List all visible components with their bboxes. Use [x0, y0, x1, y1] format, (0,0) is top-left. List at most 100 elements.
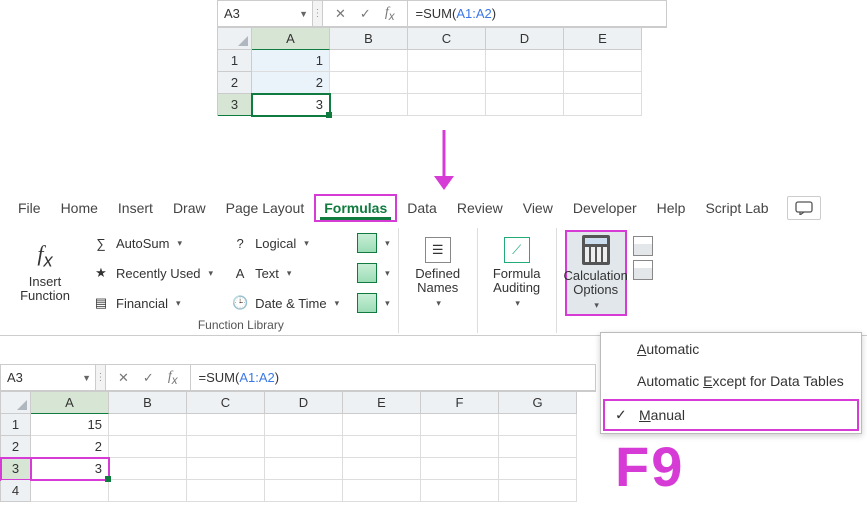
logical-button[interactable]: ?Logical▾ — [231, 230, 339, 256]
cell[interactable] — [564, 72, 642, 94]
cell-A3-active[interactable]: 3 — [252, 94, 330, 116]
cell[interactable] — [499, 480, 577, 502]
cell-A3-active[interactable]: 3 — [31, 458, 109, 480]
chevron-down-icon[interactable]: ▾ — [176, 298, 181, 309]
cancel-icon[interactable]: ✕ — [118, 370, 129, 386]
col-header-G[interactable]: G — [499, 392, 577, 414]
select-all-corner[interactable] — [218, 28, 252, 50]
cell[interactable] — [330, 72, 408, 94]
row-header[interactable]: 4 — [1, 480, 31, 502]
tab-review[interactable]: Review — [447, 194, 513, 222]
chevron-down-icon[interactable]: ▾ — [287, 268, 292, 279]
cell-A4[interactable] — [31, 480, 109, 502]
col-header-C[interactable]: C — [408, 28, 486, 50]
tab-view[interactable]: View — [513, 194, 563, 222]
tab-page-layout[interactable]: Page Layout — [216, 194, 315, 222]
chevron-down-icon[interactable]: ▾ — [436, 299, 441, 309]
cell[interactable] — [421, 458, 499, 480]
formula-input[interactable]: =SUM(A1:A2) — [191, 364, 596, 391]
accept-icon[interactable]: ✓ — [143, 370, 154, 386]
autosum-button[interactable]: ∑AutoSum▾ — [92, 230, 213, 256]
col-header-A[interactable]: A — [252, 28, 330, 50]
col-header-D[interactable]: D — [486, 28, 564, 50]
cell-A2[interactable]: 2 — [31, 436, 109, 458]
cell[interactable] — [187, 436, 265, 458]
cell[interactable] — [330, 50, 408, 72]
cell[interactable] — [499, 436, 577, 458]
cell[interactable] — [109, 414, 187, 436]
date-time-button[interactable]: 🕒Date & Time▾ — [231, 290, 339, 316]
fx-icon[interactable]: fx — [168, 369, 178, 387]
math-trig-button[interactable]: ▾ — [357, 260, 390, 286]
col-header-E[interactable]: E — [343, 392, 421, 414]
cell[interactable] — [343, 436, 421, 458]
name-box[interactable]: A3 ▼ — [0, 364, 96, 391]
chevron-down-icon[interactable]: ▾ — [385, 268, 390, 279]
col-header-B[interactable]: B — [109, 392, 187, 414]
col-header-B[interactable]: B — [330, 28, 408, 50]
tab-file[interactable]: File — [8, 194, 51, 222]
cell[interactable] — [408, 50, 486, 72]
tab-insert[interactable]: Insert — [108, 194, 163, 222]
cell[interactable] — [109, 480, 187, 502]
calculate-now-button[interactable] — [633, 236, 653, 256]
cell[interactable] — [187, 480, 265, 502]
cell[interactable] — [109, 458, 187, 480]
tab-draw[interactable]: Draw — [163, 194, 216, 222]
menu-item-automatic[interactable]: Automatic — [601, 333, 861, 365]
accept-icon[interactable]: ✓ — [360, 6, 371, 22]
tab-formulas[interactable]: Formulas — [314, 194, 397, 222]
cell[interactable] — [265, 458, 343, 480]
top-grid[interactable]: A B C D E 1 1 2 2 3 3 — [217, 28, 667, 116]
defined-names-button[interactable]: ☰ Defined Names ▾ — [407, 230, 469, 316]
cell[interactable] — [343, 458, 421, 480]
tab-developer[interactable]: Developer — [563, 194, 647, 222]
comments-button[interactable] — [787, 196, 821, 220]
cell-A1[interactable]: 1 — [252, 50, 330, 72]
cell[interactable] — [486, 94, 564, 116]
tab-help[interactable]: Help — [647, 194, 696, 222]
row-header[interactable]: 3 — [1, 458, 31, 480]
formula-auditing-button[interactable]: ⟋ Formula Auditing ▾ — [486, 230, 548, 316]
chevron-down-icon[interactable]: ▼ — [82, 373, 91, 383]
cell[interactable] — [421, 480, 499, 502]
cell[interactable] — [343, 480, 421, 502]
name-box[interactable]: A3 ▼ — [217, 0, 313, 27]
formula-input[interactable]: =SUM(A1:A2) — [408, 0, 667, 27]
financial-button[interactable]: ▤Financial▾ — [92, 290, 213, 316]
cell[interactable] — [421, 436, 499, 458]
cell[interactable] — [486, 50, 564, 72]
chevron-down-icon[interactable]: ▾ — [177, 238, 182, 249]
menu-item-auto-except[interactable]: Automatic Except for Data Tables — [601, 365, 861, 397]
cell[interactable] — [343, 414, 421, 436]
cell[interactable] — [265, 480, 343, 502]
cell[interactable] — [330, 94, 408, 116]
cancel-icon[interactable]: ✕ — [335, 6, 346, 22]
row-header[interactable]: 3 — [218, 94, 252, 116]
chevron-down-icon[interactable]: ▾ — [515, 299, 520, 309]
chevron-down-icon[interactable]: ▼ — [299, 9, 308, 19]
chevron-down-icon[interactable]: ▾ — [209, 268, 214, 279]
recently-used-button[interactable]: ★Recently Used▾ — [92, 260, 213, 286]
cell[interactable] — [486, 72, 564, 94]
tab-home[interactable]: Home — [51, 194, 108, 222]
more-functions-button[interactable]: ▾ — [357, 290, 390, 316]
chevron-down-icon[interactable]: ▾ — [385, 238, 390, 249]
select-all-corner[interactable] — [1, 392, 31, 414]
calculation-options-button[interactable]: Calculation Options ▾ — [565, 230, 627, 316]
col-header-D[interactable]: D — [265, 392, 343, 414]
cell[interactable] — [109, 436, 187, 458]
cell[interactable] — [265, 436, 343, 458]
cell[interactable] — [421, 414, 499, 436]
chevron-down-icon[interactable]: ▾ — [335, 298, 340, 309]
tab-script-lab[interactable]: Script Lab — [695, 194, 778, 222]
col-header-C[interactable]: C — [187, 392, 265, 414]
bottom-grid[interactable]: A B C D E F G 1 15 2 2 3 3 4 — [0, 392, 596, 502]
row-header[interactable]: 1 — [1, 414, 31, 436]
chevron-down-icon[interactable]: ▾ — [385, 298, 390, 309]
tab-data[interactable]: Data — [397, 194, 447, 222]
col-header-E[interactable]: E — [564, 28, 642, 50]
lookup-ref-button[interactable]: ▾ — [357, 230, 390, 256]
fx-icon[interactable]: fx — [385, 5, 395, 23]
cell-A1[interactable]: 15 — [31, 414, 109, 436]
